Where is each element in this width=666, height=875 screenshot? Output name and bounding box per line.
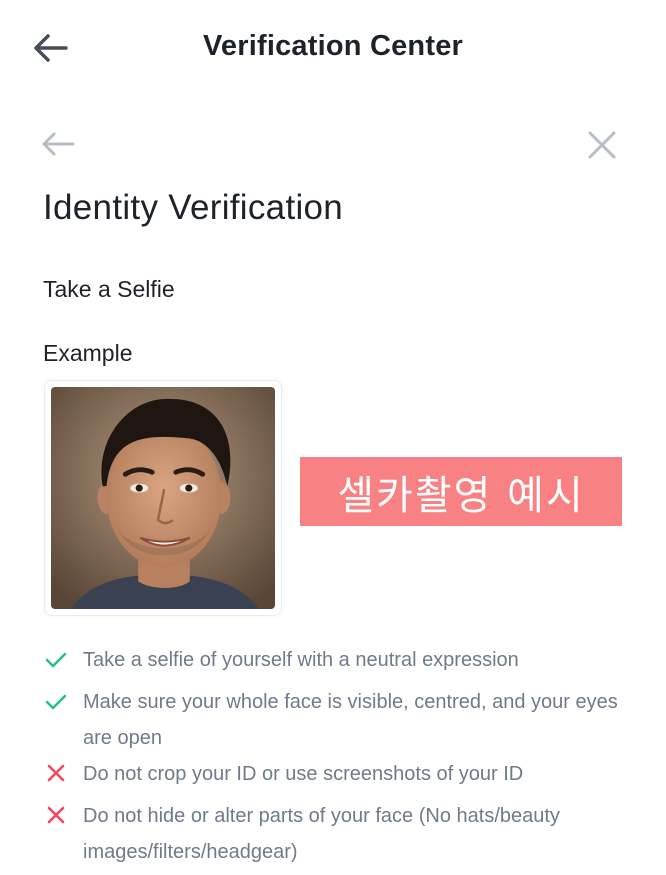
cross-icon xyxy=(47,806,65,824)
modal-back-button[interactable] xyxy=(38,128,78,160)
check-icon xyxy=(45,652,67,668)
modal-heading: Identity Verification xyxy=(43,188,344,227)
check-icon xyxy=(45,694,67,710)
cross-icon xyxy=(47,764,65,782)
step-title: Take a Selfie xyxy=(43,276,175,302)
guideline-text: Do not hide or alter parts of your face … xyxy=(83,805,560,863)
page-title: Verification Center xyxy=(202,30,464,62)
guideline-text: Do not crop your ID or use screenshots o… xyxy=(83,763,524,785)
list-item: Do not hide or alter parts of your face … xyxy=(43,798,623,870)
selfie-guidelines-list: Take a selfie of yourself with a neutral… xyxy=(43,642,623,870)
list-item: Make sure your whole face is visible, ce… xyxy=(43,684,623,756)
list-item: Do not crop your ID or use screenshots o… xyxy=(43,756,623,792)
modal-close-button[interactable] xyxy=(585,128,619,162)
list-item: Take a selfie of yourself with a neutral… xyxy=(43,642,623,678)
arrow-left-icon xyxy=(42,132,75,156)
selfie-example-photo xyxy=(44,380,282,616)
guideline-text: Take a selfie of yourself with a neutral… xyxy=(83,649,519,671)
close-icon xyxy=(588,131,616,159)
verification-page: Verification Center Identity Verificatio… xyxy=(0,0,666,875)
example-caption: 셀카촬영 예시 xyxy=(300,457,622,526)
top-navigation-bar: Verification Center xyxy=(0,0,666,96)
example-label: Example xyxy=(43,340,133,366)
guideline-text: Make sure your whole face is visible, ce… xyxy=(83,691,618,749)
